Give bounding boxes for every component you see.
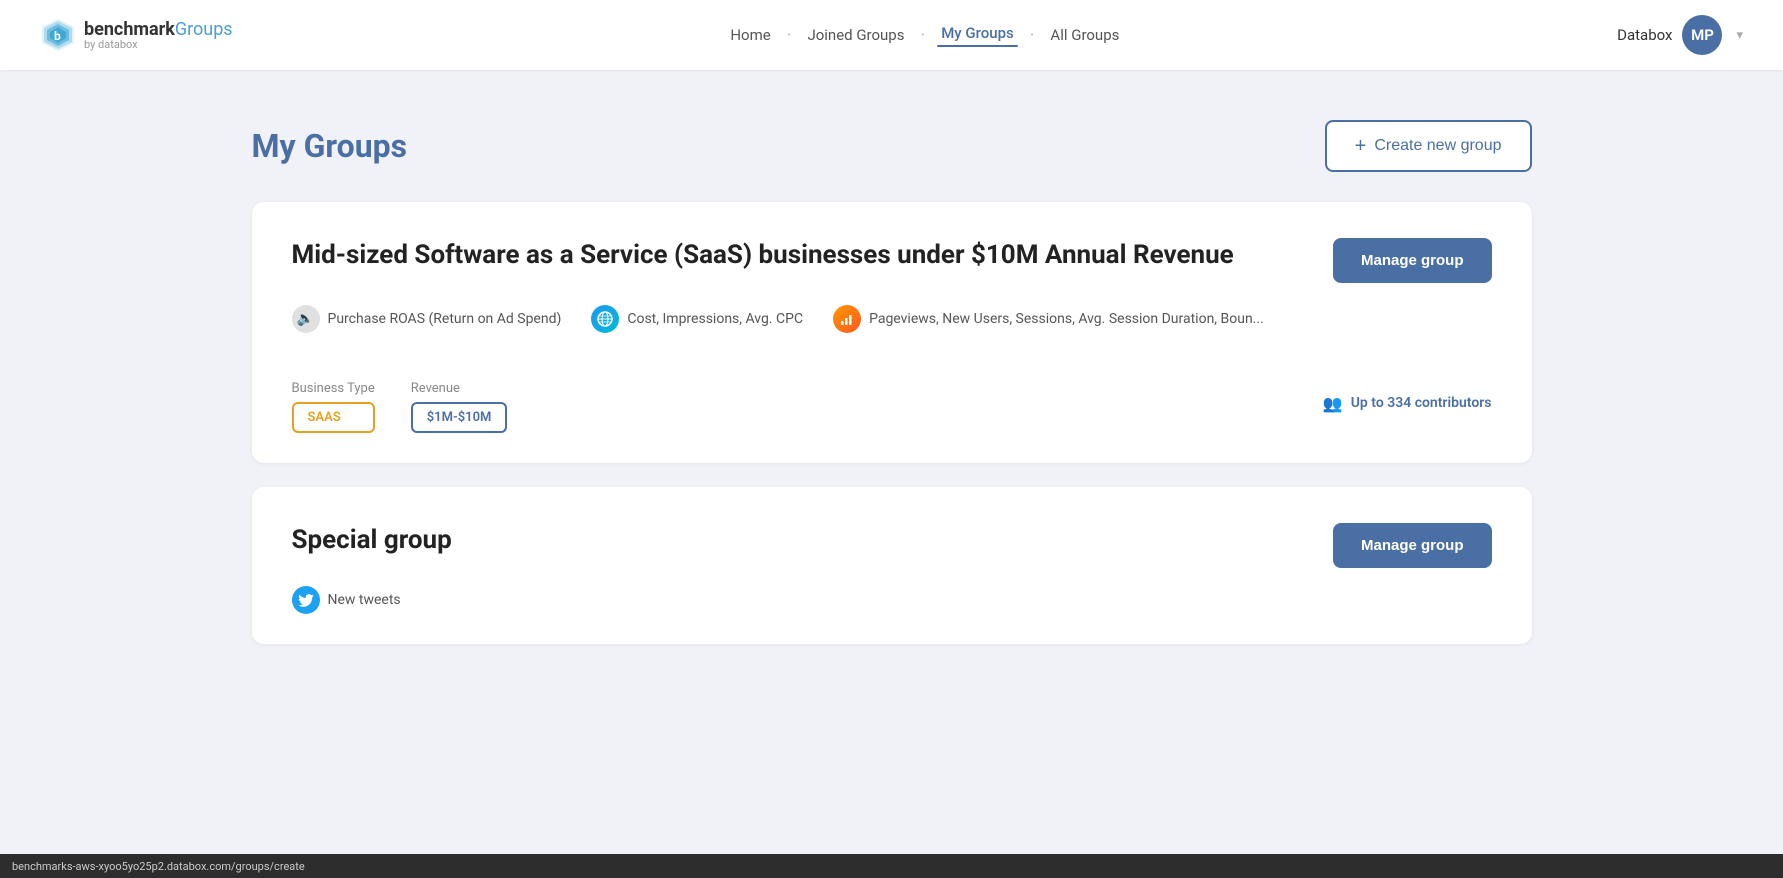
page-title: My Groups [252,127,408,165]
main-nav: Home · Joined Groups · My Groups · All G… [233,24,1618,47]
tags-row-1: Business Type SAAS Revenue $1M-$10M [292,381,508,433]
group-title-1: Mid-sized Software as a Service (SaaS) b… [292,238,1234,273]
logo[interactable]: b benchmarkGroups by databox [40,17,233,53]
plus-icon: + [1355,136,1367,156]
manage-group-button-2[interactable]: Manage group [1333,523,1492,568]
logo-icon: b [40,17,76,53]
create-new-group-button[interactable]: + Create new group [1325,120,1532,172]
nav-active-underline [937,45,1018,47]
nav-dot-1: · [787,25,792,46]
contributors-text: Up to 334 contributors [1351,395,1492,411]
create-btn-label: Create new group [1374,137,1501,155]
logo-brand: benchmark [84,19,175,40]
chevron-down-icon: ▾ [1736,28,1743,43]
metric-roas-text: Purchase ROAS (Return on Ad Spend) [328,311,562,327]
revenue-label: Revenue [411,381,508,396]
business-type-label: Business Type [292,381,375,396]
logo-groups: Groups [175,19,233,40]
card-top-2: Special group Manage group [292,523,1492,568]
page-content: My Groups + Create new group Mid-sized S… [192,70,1592,718]
nav-joined-groups[interactable]: Joined Groups [803,26,908,44]
metric-cpc: Cost, Impressions, Avg. CPC [591,305,803,333]
metric-pageviews: Pageviews, New Users, Sessions, Avg. Ses… [833,305,1264,333]
page-header: My Groups + Create new group [252,120,1532,172]
metric-icon-pageviews [833,305,861,333]
metric-icon-roas: 🔈 [292,305,320,333]
logo-sub: by databox [84,38,233,51]
status-text: benchmarks-aws-xyoo5yo25p2.databox.com/g… [12,860,305,873]
group-title-2: Special group [292,523,452,558]
group-card-1: Mid-sized Software as a Service (SaaS) b… [252,202,1532,463]
contributors-icon: 👥 [1323,394,1343,413]
nav-home[interactable]: Home [726,26,774,44]
nav-dot-2: · [920,25,925,46]
user-menu[interactable]: Databox MP ▾ [1617,15,1743,55]
card-top-1: Mid-sized Software as a Service (SaaS) b… [292,238,1492,283]
metric-pageviews-text: Pageviews, New Users, Sessions, Avg. Ses… [869,311,1264,327]
group-card-2: Special group Manage group New tweets [252,487,1532,644]
nav-my-groups[interactable]: My Groups [937,24,1018,42]
twitter-icon [292,586,320,614]
metric-roas: 🔈 Purchase ROAS (Return on Ad Spend) [292,305,562,333]
twitter-metric-text: New tweets [328,592,401,608]
metrics-row-1: 🔈 Purchase ROAS (Return on Ad Spend) Cos… [292,305,1492,333]
contributors-row-1: 👥 Up to 334 contributors [1323,394,1492,413]
avatar: MP [1682,15,1722,55]
nav-my-groups-wrapper: My Groups [937,24,1018,47]
status-bar: benchmarks-aws-xyoo5yo25p2.databox.com/g… [0,854,1783,878]
nav-all-groups[interactable]: All Groups [1046,26,1123,44]
nav-dot-3: · [1030,25,1035,46]
twitter-metric: New tweets [292,586,1492,614]
tag-revenue: $1M-$10M [411,402,508,433]
user-name: Databox [1617,26,1672,44]
metric-cpc-text: Cost, Impressions, Avg. CPC [627,311,803,327]
logo-text: benchmarkGroups by databox [84,19,233,51]
svg-text:b: b [54,29,61,43]
manage-group-button-1[interactable]: Manage group [1333,238,1492,283]
metric-icon-cpc [591,305,619,333]
tag-saas: SAAS [292,402,375,433]
header: b benchmarkGroups by databox Home · Join… [0,0,1783,70]
